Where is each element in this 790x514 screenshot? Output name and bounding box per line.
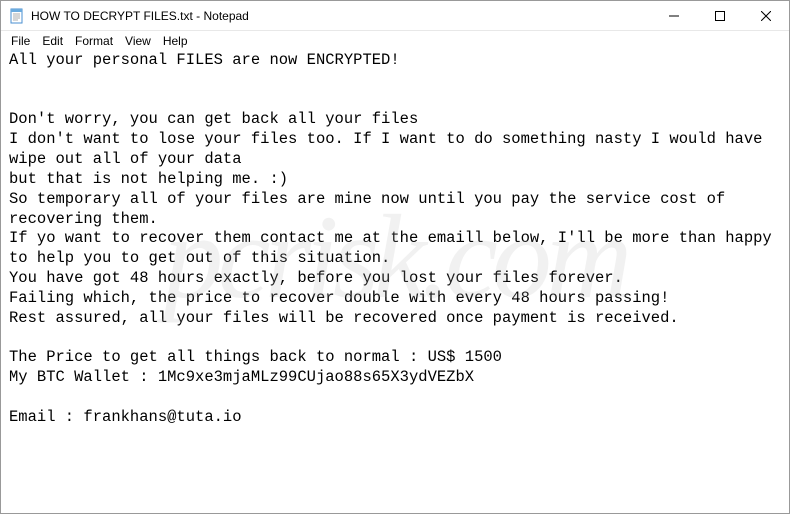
maximize-button[interactable] xyxy=(697,1,743,30)
menu-edit[interactable]: Edit xyxy=(36,33,69,49)
titlebar: HOW TO DECRYPT FILES.txt - Notepad xyxy=(1,1,789,31)
notepad-icon xyxy=(9,8,25,24)
window-controls xyxy=(651,1,789,30)
text-content[interactable]: All your personal FILES are now ENCRYPTE… xyxy=(1,51,789,428)
minimize-button[interactable] xyxy=(651,1,697,30)
menu-file[interactable]: File xyxy=(5,33,36,49)
menu-help[interactable]: Help xyxy=(157,33,194,49)
menu-view[interactable]: View xyxy=(119,33,157,49)
close-button[interactable] xyxy=(743,1,789,30)
menubar: File Edit Format View Help xyxy=(1,31,789,51)
window-title: HOW TO DECRYPT FILES.txt - Notepad xyxy=(31,9,651,23)
menu-format[interactable]: Format xyxy=(69,33,119,49)
